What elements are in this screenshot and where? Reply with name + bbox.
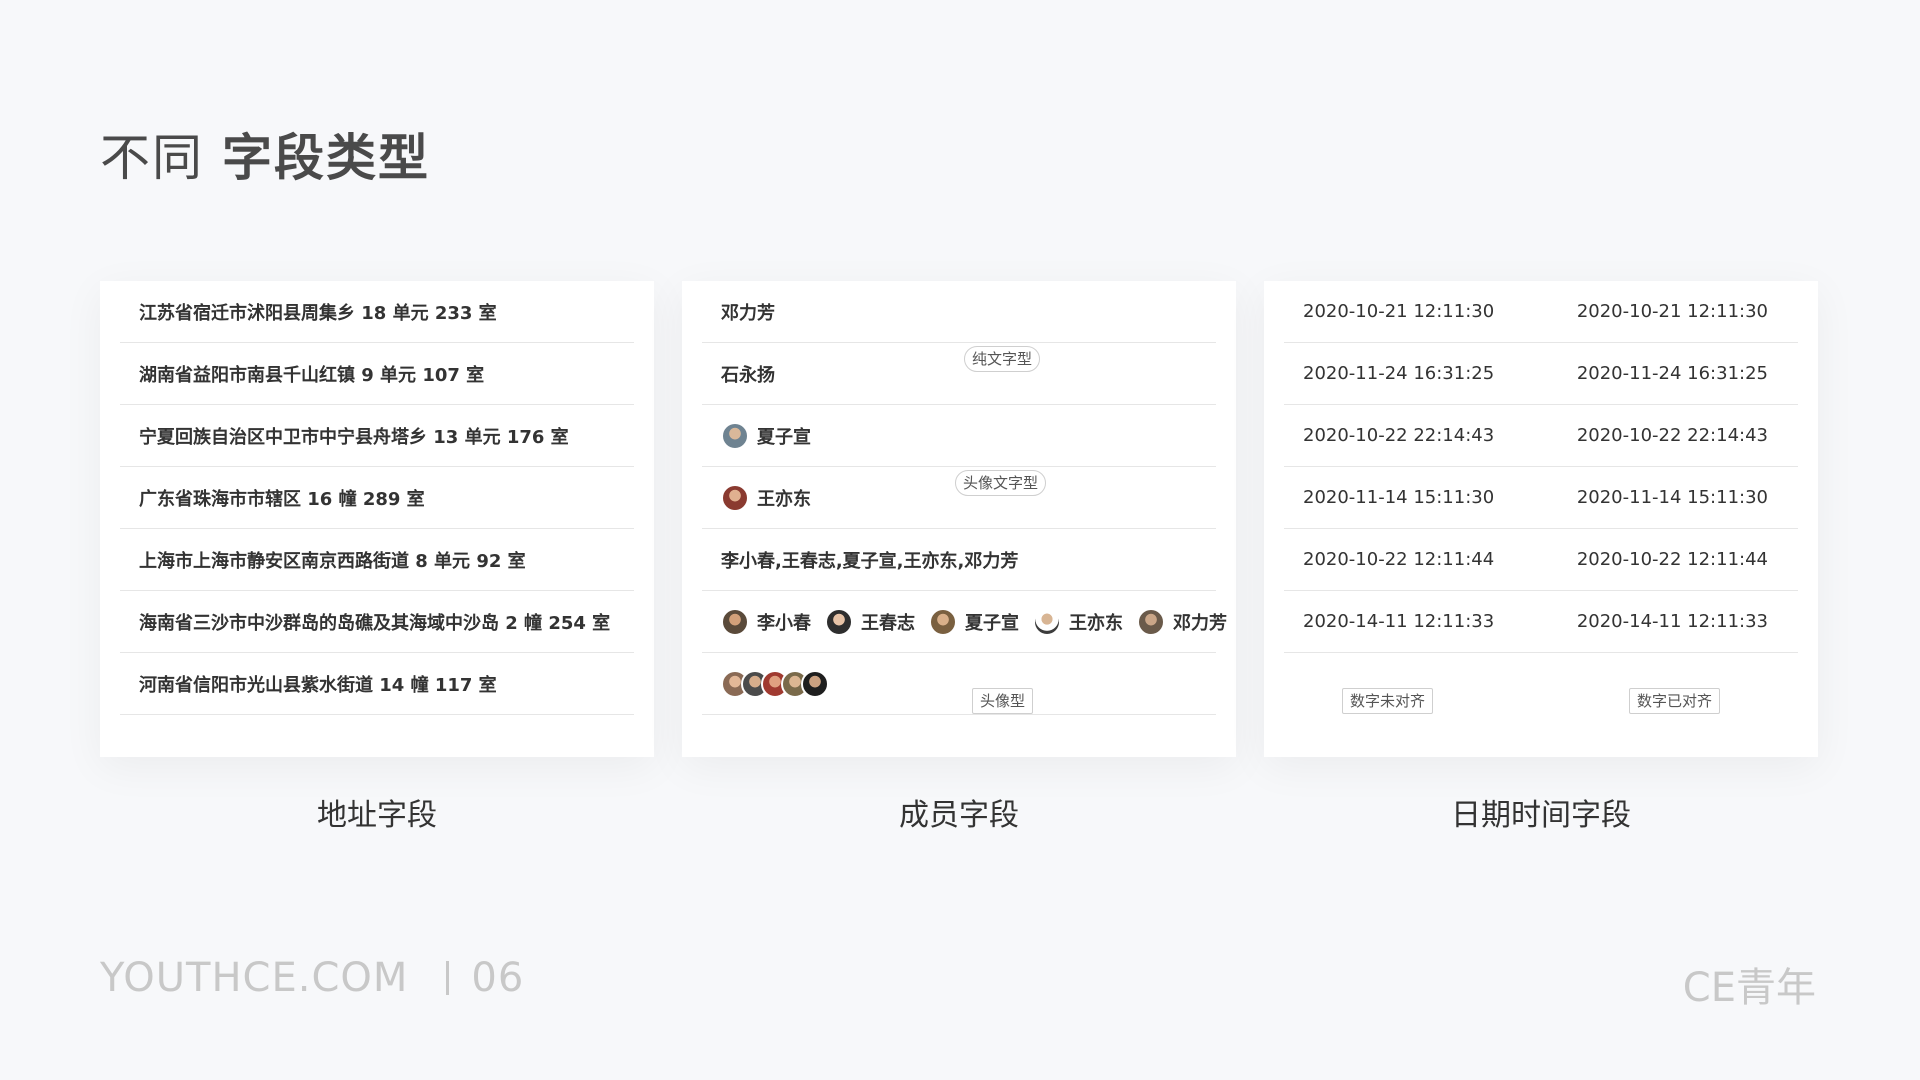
address-row: 广东省珠海市市辖区 16 幢 289 室 [120, 467, 634, 529]
member-avatar-row: 夏子宣 [702, 405, 1216, 467]
avatar [801, 669, 829, 698]
member-card: 邓力芳 石永扬 夏子宣 王亦东 李小春,王春志,夏子宣,王亦东,邓力芳 李小春 … [682, 281, 1236, 757]
datetime-caption: 日期时间字段 [1451, 798, 1631, 833]
tag-aligned: 数字已对齐 [1629, 688, 1721, 714]
avatar [1137, 607, 1165, 636]
datetime-aligned: 2020-11-14 15:11:30 [1576, 487, 1768, 508]
avatar [825, 607, 853, 636]
address-row: 宁夏回族自治区中卫市中宁县舟塔乡 13 单元 176 室 [120, 405, 634, 467]
member-name: 李小春 [757, 612, 811, 634]
datetime-aligned: 2020-11-24 16:31:25 [1576, 363, 1768, 384]
footer-separator [446, 961, 450, 995]
tag-text-type: 纯文字型 [964, 346, 1041, 372]
avatar [929, 607, 957, 636]
datetime-row: 2020-11-14 15:11:30 2020-11-14 15:11:30 [1284, 467, 1798, 529]
member-multi-avatar-row: 李小春 王春志 夏子宣 王亦东 邓力芳 [702, 591, 1227, 653]
member-caption: 成员字段 [899, 798, 1019, 833]
datetime-unaligned: 2020-10-22 22:14:43 [1303, 425, 1495, 446]
avatar [721, 421, 749, 450]
tag-unaligned: 数字未对齐 [1342, 688, 1434, 714]
tag-avatar-type: 头像型 [972, 688, 1034, 714]
member-chip: 李小春 [721, 607, 811, 636]
datetime-aligned: 2020-10-21 12:11:30 [1576, 301, 1768, 322]
member-chip: 王亦东 [1033, 607, 1123, 636]
datetime-row: 2020-11-24 16:31:25 2020-11-24 16:31:25 [1284, 343, 1798, 405]
datetime-unaligned: 2020-14-11 12:11:33 [1303, 611, 1495, 632]
address-card: 江苏省宿迁市沭阳县周集乡 18 单元 233 室 湖南省益阳市南县千山红镇 9 … [100, 281, 654, 757]
avatar [721, 607, 749, 636]
page-title: 不同 字段类型 [100, 118, 430, 190]
member-text-row: 邓力芳 [702, 281, 1216, 343]
title-light: 不同 [100, 129, 204, 187]
footer-page-number: 06 [471, 955, 525, 1001]
member-name: 夏子宣 [757, 426, 811, 448]
member-name: 王亦东 [1069, 612, 1123, 634]
address-caption: 地址字段 [317, 798, 437, 833]
datetime-row: 2020-10-22 12:11:44 2020-10-22 12:11:44 [1284, 529, 1798, 591]
datetime-aligned: 2020-10-22 22:14:43 [1576, 425, 1768, 446]
member-avatar-stack-row [702, 653, 1216, 715]
datetime-row: 2020-10-22 22:14:43 2020-10-22 22:14:43 [1284, 405, 1798, 467]
datetime-aligned: 2020-10-22 12:11:44 [1576, 549, 1768, 570]
datetime-row: 2020-10-21 12:11:30 2020-10-21 12:11:30 [1284, 281, 1798, 343]
datetime-row: 2020-14-11 12:11:33 2020-14-11 12:11:33 [1284, 591, 1798, 653]
address-row: 河南省信阳市光山县紫水街道 14 幢 117 室 [120, 653, 634, 715]
member-name: 王亦东 [757, 488, 811, 510]
datetime-unaligned: 2020-10-22 12:11:44 [1303, 549, 1495, 570]
member-chip: 王春志 [825, 607, 915, 636]
datetime-unaligned: 2020-10-21 12:11:30 [1303, 301, 1495, 322]
member-text-row: 石永扬 [702, 343, 1216, 405]
footer-brand: CE青年 [1682, 965, 1816, 1011]
datetime-card: 2020-10-21 12:11:30 2020-10-21 12:11:30 2… [1264, 281, 1818, 757]
address-row: 湖南省益阳市南县千山红镇 9 单元 107 室 [120, 343, 634, 405]
footer-site-text: YOUTHCE.COM [100, 955, 409, 1001]
member-multi-text-row: 李小春,王春志,夏子宣,王亦东,邓力芳 [702, 529, 1216, 591]
address-row: 海南省三沙市中沙群岛的岛礁及其海域中沙岛 2 幢 254 室 [120, 591, 634, 653]
datetime-aligned: 2020-14-11 12:11:33 [1576, 611, 1768, 632]
avatar [1033, 607, 1061, 636]
member-chip: 夏子宣 [929, 607, 1019, 636]
tag-avatar-text-type: 头像文字型 [955, 470, 1047, 496]
address-row: 江苏省宿迁市沭阳县周集乡 18 单元 233 室 [120, 281, 634, 343]
datetime-unaligned: 2020-11-14 15:11:30 [1303, 487, 1495, 508]
datetime-unaligned: 2020-11-24 16:31:25 [1303, 363, 1495, 384]
member-chip: 邓力芳 [1137, 607, 1227, 636]
member-name: 王春志 [861, 612, 915, 634]
title-bold: 字段类型 [222, 129, 430, 187]
avatar [721, 483, 749, 512]
address-row: 上海市上海市静安区南京西路街道 8 单元 92 室 [120, 529, 634, 591]
footer-site: YOUTHCE.COM 06 [100, 955, 524, 1001]
member-name: 夏子宣 [965, 612, 1019, 634]
member-name: 邓力芳 [1173, 612, 1227, 634]
